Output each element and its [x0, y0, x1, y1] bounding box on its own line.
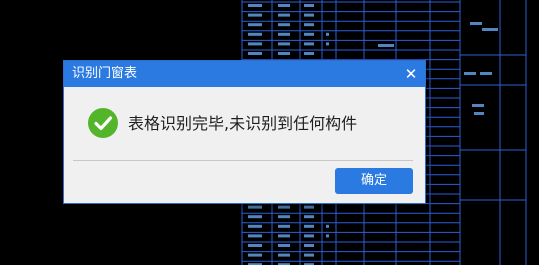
close-button[interactable]: ✕ — [401, 64, 421, 84]
cad-text-glyph — [326, 32, 329, 36]
cad-text-glyph — [304, 23, 314, 27]
cad-text-glyph — [248, 234, 262, 238]
cad-text-glyph — [248, 4, 262, 7]
dialog-title-bar[interactable]: 识别门窗表 ✕ — [64, 61, 425, 87]
cad-text-glyph — [248, 42, 262, 46]
cad-text-glyph — [304, 52, 314, 55]
cad-text-glyph — [304, 205, 314, 209]
cad-text-glyph — [304, 42, 314, 46]
cad-text-glyph — [278, 13, 290, 17]
cad-text-glyph — [304, 224, 314, 228]
cad-text-glyph — [278, 234, 290, 238]
cad-text-glyph — [278, 4, 290, 7]
cad-text-glyph — [304, 32, 314, 36]
cad-text-glyph — [326, 42, 329, 46]
cad-text-glyph — [480, 72, 492, 75]
cad-text-glyph — [472, 104, 484, 107]
cad-text-glyph — [248, 13, 262, 17]
cad-text-glyph — [304, 13, 314, 17]
cad-text-glyph — [304, 215, 314, 219]
cad-text-glyph — [248, 244, 262, 247]
cad-text-glyph — [474, 112, 484, 115]
cad-text-glyph — [248, 32, 262, 36]
cad-text-glyph — [482, 28, 498, 31]
recognize-door-window-dialog: 识别门窗表 ✕ 表格识别完毕,未识别到任何构件 确定 — [64, 61, 425, 203]
cad-text-glyph — [470, 22, 482, 25]
dialog-title: 识别门窗表 — [72, 66, 138, 81]
cad-text-glyph — [278, 224, 290, 228]
success-check-icon — [88, 108, 118, 138]
cad-text-glyph — [278, 42, 290, 46]
cad-text-glyph — [464, 72, 476, 75]
cad-text-glyph — [304, 4, 314, 7]
cad-text-glyph — [304, 253, 314, 257]
cad-text-glyph — [326, 224, 329, 228]
cad-text-glyph — [248, 224, 262, 228]
cad-text-glyph — [248, 23, 262, 27]
cad-text-glyph — [304, 234, 314, 238]
cad-text-glyph — [278, 244, 290, 247]
status-message: 表格识别完毕,未识别到任何构件 — [128, 114, 358, 133]
cad-text-glyph — [248, 205, 262, 209]
cad-text-glyph — [248, 215, 262, 219]
cad-text-glyph — [248, 253, 262, 257]
cad-text-glyph — [378, 44, 394, 47]
ok-button[interactable]: 确定 — [335, 168, 413, 194]
cad-text-glyph — [278, 205, 290, 209]
cad-text-glyph — [278, 215, 290, 219]
close-icon[interactable]: ✕ — [405, 65, 418, 83]
cad-text-glyph — [326, 234, 329, 238]
cad-text-glyph — [304, 244, 314, 247]
divider — [73, 160, 413, 161]
cad-text-glyph — [278, 23, 290, 27]
cad-text-glyph — [278, 253, 290, 257]
cad-text-glyph — [278, 52, 290, 55]
cad-text-glyph — [248, 52, 262, 55]
cad-text-glyph — [278, 32, 290, 36]
